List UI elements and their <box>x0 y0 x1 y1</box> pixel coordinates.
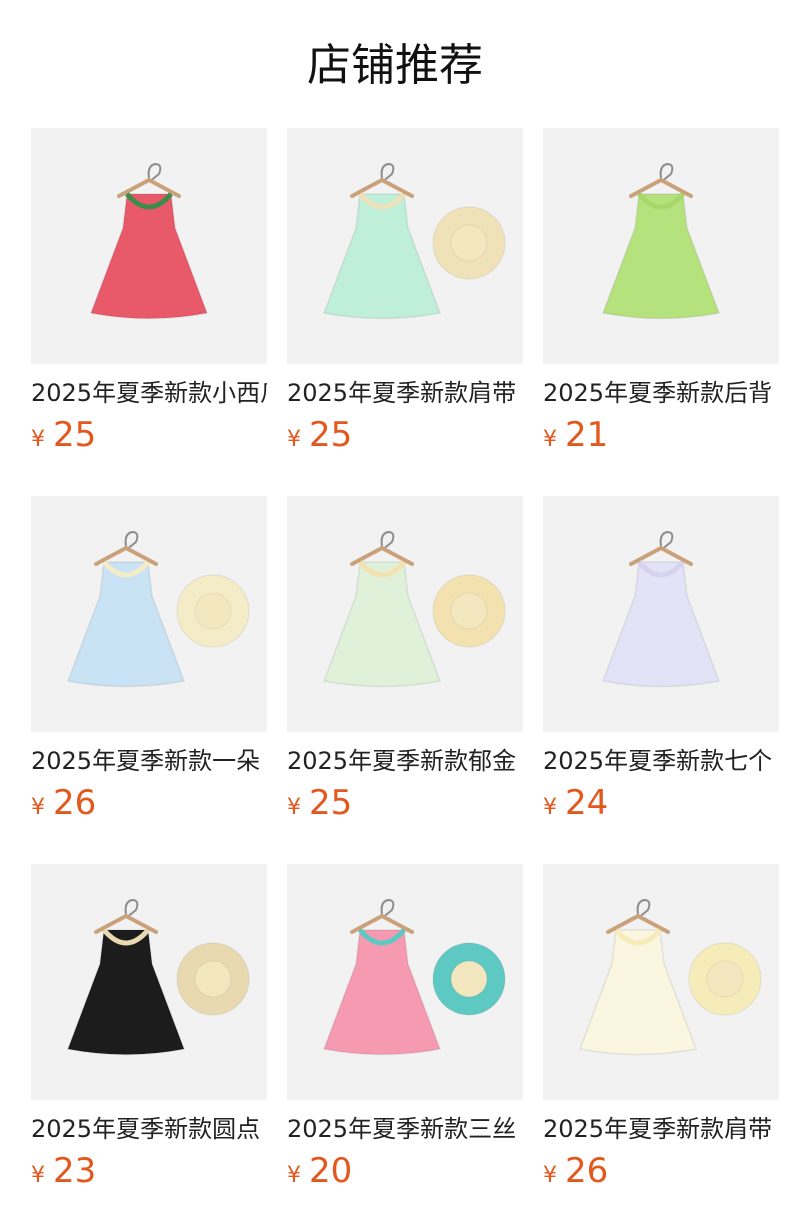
product-name[interactable]: 2025年夏季新款后背 <box>543 378 779 408</box>
product-price: ¥25 <box>31 414 267 462</box>
currency-symbol: ¥ <box>31 1163 45 1188</box>
dress-illustration <box>89 162 209 320</box>
section-title: 店铺推荐 <box>307 40 483 91</box>
price-value: 25 <box>309 415 353 455</box>
product-image[interactable] <box>31 128 267 364</box>
product-image[interactable] <box>31 864 267 1100</box>
product-price: ¥24 <box>543 782 779 830</box>
product-price: ¥23 <box>31 1150 267 1198</box>
currency-symbol: ¥ <box>31 795 45 820</box>
product-card[interactable]: 2025年夏季新款郁金 ¥25 <box>287 496 523 830</box>
product-image[interactable] <box>543 864 779 1100</box>
product-price: ¥25 <box>287 782 523 830</box>
dress-illustration <box>322 162 506 320</box>
currency-symbol: ¥ <box>287 427 301 452</box>
product-price: ¥21 <box>543 414 779 462</box>
dress-illustration <box>322 530 506 688</box>
dress-illustration <box>66 898 250 1056</box>
product-name[interactable]: 2025年夏季新款郁金 <box>287 746 523 776</box>
product-image[interactable] <box>543 496 779 732</box>
product-name[interactable]: 2025年夏季新款肩带 <box>543 1114 779 1144</box>
product-image[interactable] <box>287 496 523 732</box>
product-image[interactable] <box>543 128 779 364</box>
product-name[interactable]: 2025年夏季新款小西瓜 <box>31 378 267 408</box>
currency-symbol: ¥ <box>31 427 45 452</box>
currency-symbol: ¥ <box>543 1163 557 1188</box>
dress-illustration <box>578 898 762 1056</box>
dress-illustration <box>601 162 721 320</box>
currency-symbol: ¥ <box>287 1163 301 1188</box>
product-image[interactable] <box>287 128 523 364</box>
product-image[interactable] <box>287 864 523 1100</box>
product-price: ¥25 <box>287 414 523 462</box>
currency-symbol: ¥ <box>287 795 301 820</box>
product-name[interactable]: 2025年夏季新款三丝 <box>287 1114 523 1144</box>
price-value: 26 <box>53 783 97 823</box>
currency-symbol: ¥ <box>543 795 557 820</box>
price-value: 24 <box>565 783 609 823</box>
product-card[interactable]: 2025年夏季新款圆点 ¥23 <box>31 864 267 1198</box>
product-price: ¥26 <box>31 782 267 830</box>
product-card[interactable]: 2025年夏季新款小西瓜 ¥25 <box>31 128 267 462</box>
product-card[interactable]: 2025年夏季新款七个 ¥24 <box>543 496 779 830</box>
price-value: 23 <box>53 1151 97 1191</box>
product-card[interactable]: 2025年夏季新款肩带 ¥26 <box>543 864 779 1198</box>
price-value: 21 <box>565 415 609 455</box>
product-name[interactable]: 2025年夏季新款七个 <box>543 746 779 776</box>
price-value: 25 <box>309 783 353 823</box>
dress-illustration <box>66 530 250 688</box>
product-price: ¥26 <box>543 1150 779 1198</box>
product-card[interactable]: 2025年夏季新款肩带 ¥25 <box>287 128 523 462</box>
dress-illustration <box>322 898 506 1056</box>
price-value: 26 <box>565 1151 609 1191</box>
price-value: 25 <box>53 415 97 455</box>
price-value: 20 <box>309 1151 353 1191</box>
product-card[interactable]: 2025年夏季新款一朵 ¥26 <box>31 496 267 830</box>
product-card[interactable]: 2025年夏季新款三丝 ¥20 <box>287 864 523 1198</box>
product-name[interactable]: 2025年夏季新款肩带 <box>287 378 523 408</box>
product-image[interactable] <box>31 496 267 732</box>
product-card[interactable]: 2025年夏季新款后背 ¥21 <box>543 128 779 462</box>
product-name[interactable]: 2025年夏季新款圆点 <box>31 1114 267 1144</box>
currency-symbol: ¥ <box>543 427 557 452</box>
dress-illustration <box>601 530 721 688</box>
product-name[interactable]: 2025年夏季新款一朵 <box>31 746 267 776</box>
product-price: ¥20 <box>287 1150 523 1198</box>
